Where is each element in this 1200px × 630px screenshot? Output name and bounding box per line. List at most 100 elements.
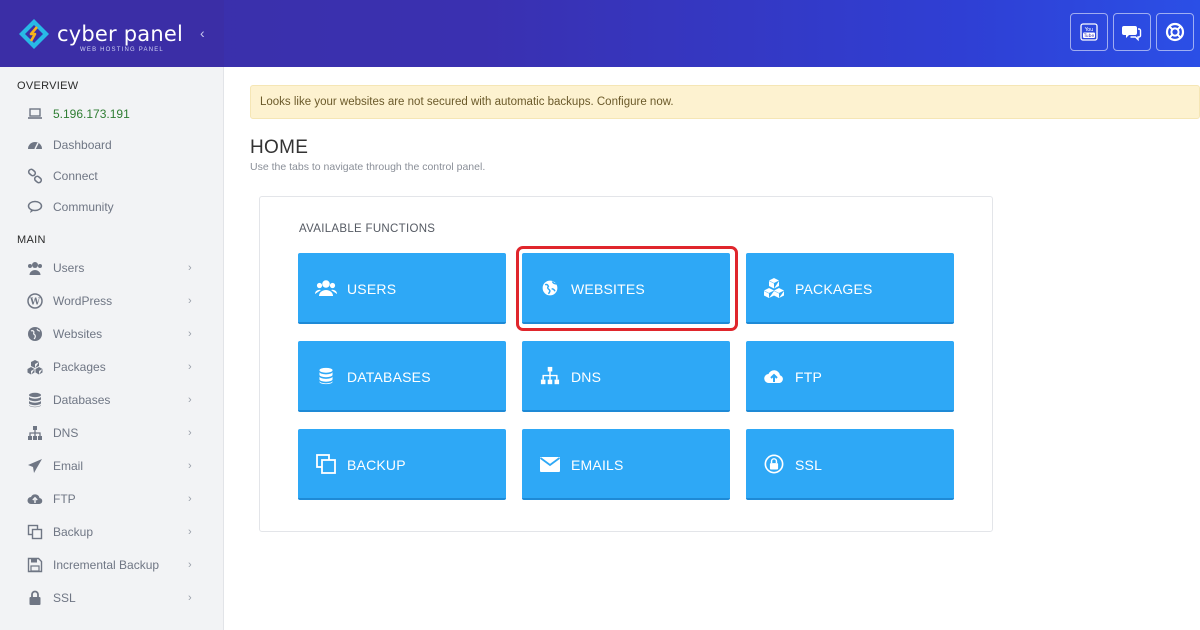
chevron-right-icon: › bbox=[188, 361, 192, 373]
chevron-right-icon: › bbox=[188, 328, 192, 340]
websites-highlight-outline bbox=[516, 246, 738, 331]
page-title: HOME bbox=[250, 137, 309, 158]
logo-area[interactable]: cyber panel WEB HOSTING PANEL ‹ bbox=[0, 0, 224, 67]
panel-title: AVAILABLE FUNCTIONS bbox=[299, 223, 436, 235]
chat-icon bbox=[1122, 26, 1142, 42]
database-icon bbox=[26, 391, 44, 409]
sidebar-item-backup[interactable]: Backup › bbox=[0, 517, 224, 547]
globe-icon bbox=[26, 325, 44, 343]
tile-packages[interactable]: PACKAGES bbox=[746, 253, 954, 324]
svg-text:Tube: Tube bbox=[1083, 33, 1095, 39]
backup-alert[interactable]: Looks like your websites are not secured… bbox=[250, 85, 1200, 119]
copy-icon bbox=[315, 453, 337, 475]
chevron-right-icon: › bbox=[188, 427, 192, 439]
database-icon bbox=[315, 365, 337, 387]
alert-text: Looks like your websites are not secured… bbox=[260, 96, 674, 108]
chevron-right-icon: › bbox=[188, 295, 192, 307]
sidebar-item-label: WordPress bbox=[53, 294, 113, 308]
tile-label: SSL bbox=[795, 457, 823, 473]
sidebar-item-label: DNS bbox=[53, 426, 79, 440]
tile-ssl[interactable]: SSL bbox=[746, 429, 954, 500]
tile-ftp[interactable]: FTP bbox=[746, 341, 954, 412]
support-button[interactable] bbox=[1156, 13, 1194, 51]
sidebar: OVERVIEW 5.196.173.191 Dashboard Connect… bbox=[0, 67, 224, 630]
overview-section-title: OVERVIEW bbox=[17, 80, 79, 92]
sidebar-item-label: SSL bbox=[53, 591, 76, 605]
sitemap-icon bbox=[26, 424, 44, 442]
copy-icon bbox=[26, 523, 44, 541]
comments-icon bbox=[26, 198, 44, 216]
tile-label: DNS bbox=[571, 369, 602, 385]
sidebar-item-label: Dashboard bbox=[53, 138, 112, 152]
youtube-button[interactable]: You Tube bbox=[1070, 13, 1108, 51]
sidebar-item-label: Email bbox=[53, 459, 84, 473]
chevron-right-icon: › bbox=[188, 394, 192, 406]
sidebar-item-users[interactable]: Users › bbox=[0, 253, 224, 283]
sidebar-item-ip[interactable]: 5.196.173.191 bbox=[0, 99, 224, 129]
tile-dns[interactable]: DNS bbox=[522, 341, 730, 412]
chevron-right-icon: › bbox=[188, 262, 192, 274]
users-icon bbox=[315, 277, 337, 299]
tile-backup[interactable]: BACKUP bbox=[298, 429, 506, 500]
page-subtitle: Use the tabs to navigate through the con… bbox=[250, 161, 486, 173]
cloud-upload-icon bbox=[26, 490, 44, 508]
brand-tagline: WEB HOSTING PANEL bbox=[80, 47, 164, 53]
chevron-right-icon: › bbox=[188, 559, 192, 571]
sidebar-item-label: Community bbox=[53, 200, 114, 214]
sidebar-item-ftp[interactable]: FTP › bbox=[0, 484, 224, 514]
sidebar-item-connect[interactable]: Connect bbox=[0, 161, 224, 191]
sidebar-item-databases[interactable]: Databases › bbox=[0, 385, 224, 415]
tile-users[interactable]: USERS bbox=[298, 253, 506, 324]
sidebar-item-dashboard[interactable]: Dashboard bbox=[0, 130, 224, 160]
sidebar-item-label: Incremental Backup bbox=[53, 558, 160, 572]
tile-emails[interactable]: EMAILS bbox=[522, 429, 730, 500]
sidebar-item-label: FTP bbox=[53, 492, 76, 506]
sidebar-item-label: Backup bbox=[53, 525, 94, 539]
sidebar-item-ssl[interactable]: SSL › bbox=[0, 583, 224, 613]
sidebar-item-dns[interactable]: DNS › bbox=[0, 418, 224, 448]
laptop-icon bbox=[26, 105, 44, 123]
sidebar-item-websites[interactable]: Websites › bbox=[0, 319, 224, 349]
chevron-right-icon: › bbox=[188, 592, 192, 604]
wordpress-icon: W bbox=[26, 292, 44, 310]
tile-label: PACKAGES bbox=[795, 281, 873, 297]
envelope-icon bbox=[539, 453, 561, 475]
sidebar-item-label: Packages bbox=[53, 360, 106, 374]
cubes-icon bbox=[26, 358, 44, 376]
sidebar-item-incremental-backup[interactable]: Incremental Backup › bbox=[0, 550, 224, 580]
youtube-icon: You Tube bbox=[1080, 23, 1098, 41]
svg-text:W: W bbox=[29, 298, 41, 308]
lock-icon bbox=[26, 589, 44, 607]
tile-databases[interactable]: DATABASES bbox=[298, 341, 506, 412]
tile-label: BACKUP bbox=[347, 457, 406, 473]
chat-button[interactable] bbox=[1113, 13, 1151, 51]
sidebar-item-label: Users bbox=[53, 261, 85, 275]
save-icon bbox=[26, 556, 44, 574]
chevron-right-icon: › bbox=[188, 493, 192, 505]
users-icon bbox=[26, 259, 44, 277]
sidebar-item-wordpress[interactable]: W WordPress › bbox=[0, 286, 224, 316]
chevron-right-icon: › bbox=[188, 460, 192, 472]
sidebar-item-packages[interactable]: Packages › bbox=[0, 352, 224, 382]
tile-label: DATABASES bbox=[347, 369, 431, 385]
tile-label: FTP bbox=[795, 369, 823, 385]
svg-text:You: You bbox=[1084, 27, 1094, 33]
sidebar-item-community[interactable]: Community bbox=[0, 192, 224, 222]
support-icon bbox=[1165, 22, 1185, 42]
sidebar-collapse-icon[interactable]: ‹ bbox=[200, 26, 210, 40]
tile-label: USERS bbox=[347, 281, 397, 297]
cubes-icon bbox=[763, 277, 785, 299]
lock-icon bbox=[763, 453, 785, 475]
sitemap-icon bbox=[539, 365, 561, 387]
main-section-title: MAIN bbox=[17, 234, 46, 246]
brand-name: cyber panel bbox=[57, 22, 183, 46]
link-icon bbox=[26, 167, 44, 185]
paper-plane-icon bbox=[26, 457, 44, 475]
cyberpanel-logo-icon bbox=[19, 19, 49, 49]
cloud-upload-icon bbox=[763, 365, 785, 387]
tile-label: EMAILS bbox=[571, 457, 624, 473]
sidebar-item-email[interactable]: Email › bbox=[0, 451, 224, 481]
dashboard-icon bbox=[26, 136, 44, 154]
chevron-right-icon: › bbox=[188, 526, 192, 538]
sidebar-item-label: Databases bbox=[53, 393, 111, 407]
